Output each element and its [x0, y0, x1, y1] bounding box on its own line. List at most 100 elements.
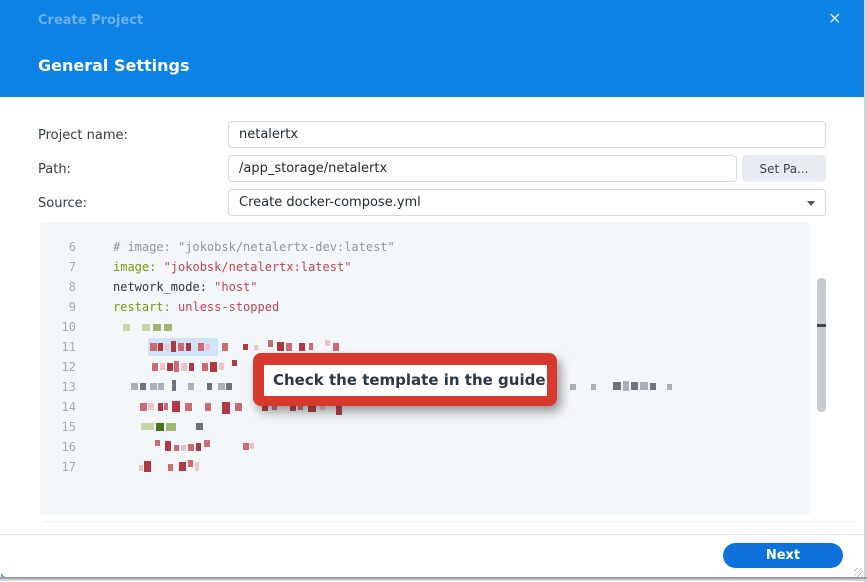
redacted-block — [667, 384, 672, 390]
redacted-block — [171, 341, 176, 352]
redacted-block — [178, 343, 184, 351]
section-title: General Settings — [38, 56, 190, 75]
next-button[interactable]: Next — [723, 543, 843, 568]
redacted-block — [172, 380, 176, 391]
code-text: restart: unless-stopped — [113, 300, 279, 314]
line-number: 8 — [40, 280, 76, 294]
set-path-button[interactable]: Set Pa... — [742, 155, 826, 182]
redacted-block — [160, 363, 165, 370]
redacted-block — [226, 383, 232, 390]
code-line: 15 — [40, 417, 810, 437]
resize-grip-icon[interactable] — [854, 568, 863, 577]
redacted-block — [155, 440, 160, 446]
redacted-block — [219, 363, 224, 370]
redacted-block — [591, 384, 596, 390]
close-icon[interactable]: ✕ — [828, 11, 841, 27]
redacted-block — [250, 443, 254, 449]
redacted-block — [218, 383, 225, 390]
line-number: 16 — [40, 440, 76, 454]
code-line: 10 — [40, 317, 810, 337]
redacted-block — [640, 382, 648, 390]
annotation-callout: Check the template in the guide — [253, 353, 557, 406]
scrollbar-thumb[interactable] — [817, 278, 826, 412]
annotation-callout-inner: Check the template in the guide — [264, 365, 547, 396]
path-input[interactable] — [228, 155, 737, 182]
dialog-header: Create Project ✕ General Settings — [0, 0, 864, 97]
redacted-block — [232, 360, 237, 366]
redacted-block — [195, 462, 199, 471]
redacted-block — [623, 381, 629, 391]
code-line: 8 network_mode: "host" — [40, 277, 810, 297]
redacted-block — [198, 343, 204, 351]
redacted-block — [188, 444, 194, 451]
line-number: 17 — [40, 460, 76, 474]
redacted-block — [181, 363, 187, 371]
redacted-block — [168, 464, 173, 471]
redacted-block — [196, 443, 201, 451]
redacted-block — [153, 324, 161, 331]
scrollbar-position-marker — [817, 324, 826, 327]
redacted-block — [205, 403, 211, 411]
create-project-dialog: Create Project ✕ General Settings Projec… — [0, 0, 867, 582]
redacted-block — [277, 342, 284, 351]
redacted-block — [333, 343, 339, 351]
redacted-block — [144, 461, 151, 472]
redacted-block — [210, 362, 217, 372]
redacted-block — [156, 423, 164, 431]
line-number: 10 — [40, 320, 76, 334]
redacted-block — [299, 343, 305, 351]
source-select[interactable]: Create docker-compose.yml — [228, 189, 826, 216]
code-text: # image: "jokobsk/netalertx-dev:latest" — [113, 240, 395, 254]
footer-divider — [0, 534, 864, 535]
redacted-block — [243, 344, 248, 350]
redacted-block — [336, 405, 342, 415]
project-name-input[interactable] — [228, 121, 826, 148]
redacted-block — [165, 441, 171, 451]
redacted-block — [140, 383, 146, 390]
resize-grip-left-icon — [1, 573, 5, 577]
redacted-block — [179, 462, 186, 471]
code-line: 6# image: "jokobsk/netalertx-dev:latest" — [40, 237, 810, 257]
redacted-block — [181, 445, 186, 451]
redacted-block — [243, 443, 249, 450]
redacted-block — [254, 345, 258, 350]
line-number: 15 — [40, 420, 76, 434]
redacted-block — [268, 340, 273, 347]
redacted-block — [325, 340, 330, 346]
content-divider — [43, 521, 856, 522]
chevron-down-icon — [807, 201, 815, 206]
redacted-block — [131, 383, 138, 390]
redacted-block — [123, 324, 130, 331]
redacted-block — [158, 383, 164, 390]
line-number: 14 — [40, 400, 76, 414]
redacted-block — [189, 363, 194, 371]
redacted-block — [206, 344, 210, 350]
redacted-block — [165, 344, 169, 350]
code-line: 7image: "jokobsk/netalertx:latest" — [40, 257, 810, 277]
code-line: 9 restart: unless-stopped — [40, 297, 810, 317]
code-text: network_mode: "host" — [113, 280, 258, 294]
line-number: 13 — [40, 380, 76, 394]
redacted-block — [164, 324, 172, 331]
redacted-block — [188, 460, 193, 467]
redacted-block — [222, 402, 230, 414]
redacted-block — [186, 343, 191, 351]
redacted-block — [142, 324, 150, 331]
redacted-block — [222, 343, 228, 351]
redacted-block — [202, 363, 208, 371]
redacted-block — [235, 403, 242, 411]
redacted-block — [188, 383, 194, 390]
code-line: 17 — [40, 457, 810, 477]
redacted-block — [141, 423, 154, 430]
redacted-block — [172, 401, 180, 412]
redacted-block — [150, 343, 157, 351]
redacted-block — [204, 440, 210, 447]
line-number: 11 — [40, 340, 76, 354]
source-label: Source: — [38, 196, 87, 211]
redacted-block — [166, 423, 176, 431]
path-label: Path: — [38, 162, 71, 177]
line-number: 9 — [40, 300, 76, 314]
redacted-block — [207, 383, 212, 390]
redacted-block — [650, 383, 656, 390]
redacted-block — [286, 343, 292, 351]
